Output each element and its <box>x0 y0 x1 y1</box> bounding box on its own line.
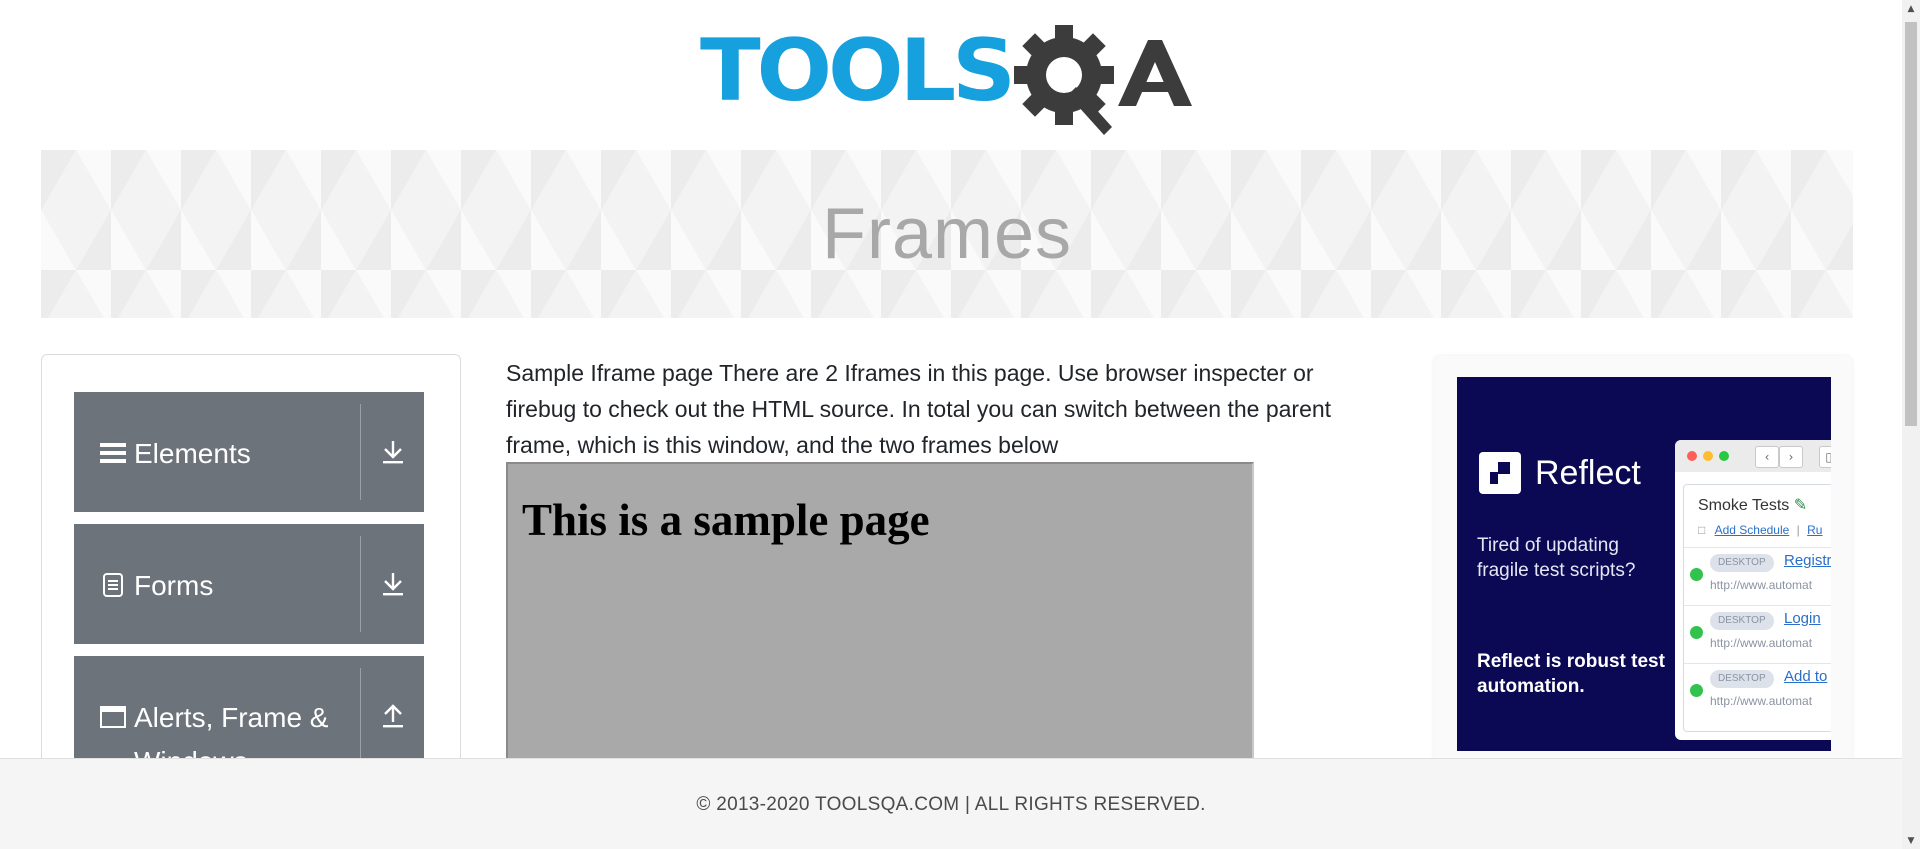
download-arrow-icon[interactable] <box>362 392 424 512</box>
footer: © 2013-2020 TOOLSQA.COM | ALL RIGHTS RES… <box>0 758 1902 849</box>
test-url: http://www.automat <box>1710 694 1813 708</box>
toolsqa-logo[interactable]: TOOLS <box>700 18 1200 138</box>
svg-text:TOOLS: TOOLS <box>700 21 1012 121</box>
divider <box>360 536 361 632</box>
forward-chevron-icon: › <box>1779 446 1803 468</box>
ad-tagline: Tired of updating fragile test scripts? <box>1477 535 1636 581</box>
frames-description: Sample Iframe page There are 2 Iframes i… <box>506 360 1332 458</box>
test-name: Add to <box>1784 668 1828 685</box>
reflect-ad[interactable]: Reflect Tired of updating fragile test s… <box>1457 377 1831 751</box>
test-row: DESKTOP Registr http://www.automat <box>1684 547 1831 604</box>
status-dot-icon <box>1690 684 1703 697</box>
gear-icon <box>1014 25 1114 135</box>
minimize-dot-icon <box>1703 451 1713 461</box>
link-separator: | <box>1796 523 1800 537</box>
page-scrollbar[interactable]: ▲ ▼ <box>1902 0 1920 849</box>
test-url: http://www.automat <box>1710 636 1813 650</box>
suite-links: □ Add Schedule | Ru <box>1698 523 1822 537</box>
add-schedule-link: Add Schedule <box>1714 523 1790 537</box>
page-banner: Frames <box>41 150 1853 318</box>
pencil-icon: ✎ <box>1793 497 1808 514</box>
test-row: DESKTOP Login http://www.automat <box>1684 605 1831 662</box>
calendar-icon: □ <box>1698 523 1706 537</box>
document-icon <box>100 572 126 598</box>
reflect-logo: Reflect <box>1479 452 1641 494</box>
platform-badge: DESKTOP <box>1710 670 1774 688</box>
divider <box>360 404 361 500</box>
maximize-dot-icon <box>1719 451 1729 461</box>
window-icon <box>100 704 126 730</box>
iframe-heading: This is a sample page <box>522 495 930 545</box>
reflect-brand: Reflect <box>1535 453 1641 492</box>
test-name: Registr <box>1784 552 1831 569</box>
sidebar-group-forms[interactable]: Forms <box>74 524 424 644</box>
sidebar-group-label: Forms <box>134 570 214 601</box>
scroll-up-icon[interactable]: ▲ <box>1902 0 1920 17</box>
ad-claim: Reflect is robust test automation. <box>1477 651 1665 697</box>
iframe-frame1[interactable]: This is a sample page <box>506 462 1254 762</box>
test-row: DESKTOP Add to http://www.automat <box>1684 663 1831 720</box>
test-url: http://www.automat <box>1710 578 1813 592</box>
toolsqa-logo-graphic: TOOLS <box>700 21 1192 135</box>
window-titlebar: ‹ › ◫ <box>1675 440 1831 472</box>
ad-browser-mockup: ‹ › ◫ Smoke Tests ✎ □ Add Schedule | Ru … <box>1675 440 1831 740</box>
reflect-logo-icon <box>1479 452 1521 494</box>
sidebar-group-label: Elements <box>134 438 251 469</box>
copyright-text: © 2013-2020 TOOLSQA.COM | ALL RIGHTS RES… <box>696 793 1206 815</box>
page: TOOLS Frames Elements Forms Alerts, Fram… <box>0 0 1920 849</box>
scrollbar-thumb[interactable] <box>1905 22 1917 426</box>
page-title: Frames <box>821 194 1073 274</box>
back-chevron-icon: ‹ <box>1755 446 1779 468</box>
divider <box>360 668 361 764</box>
status-dot-icon <box>1690 568 1703 581</box>
run-link: Ru <box>1807 523 1823 537</box>
platform-badge: DESKTOP <box>1710 612 1774 630</box>
menu-icon <box>100 440 126 466</box>
download-arrow-icon[interactable] <box>362 524 424 644</box>
test-name: Login <box>1784 610 1821 627</box>
platform-badge: DESKTOP <box>1710 554 1774 572</box>
sidebar-toggle-icon: ◫ <box>1819 446 1831 468</box>
status-dot-icon <box>1690 626 1703 639</box>
test-suite-panel: Smoke Tests ✎ □ Add Schedule | Ru DESKTO… <box>1683 484 1831 732</box>
close-dot-icon <box>1687 451 1697 461</box>
suite-title: Smoke Tests ✎ <box>1698 497 1808 514</box>
scroll-down-icon[interactable]: ▼ <box>1902 832 1920 849</box>
sidebar-group-elements[interactable]: Elements <box>74 392 424 512</box>
